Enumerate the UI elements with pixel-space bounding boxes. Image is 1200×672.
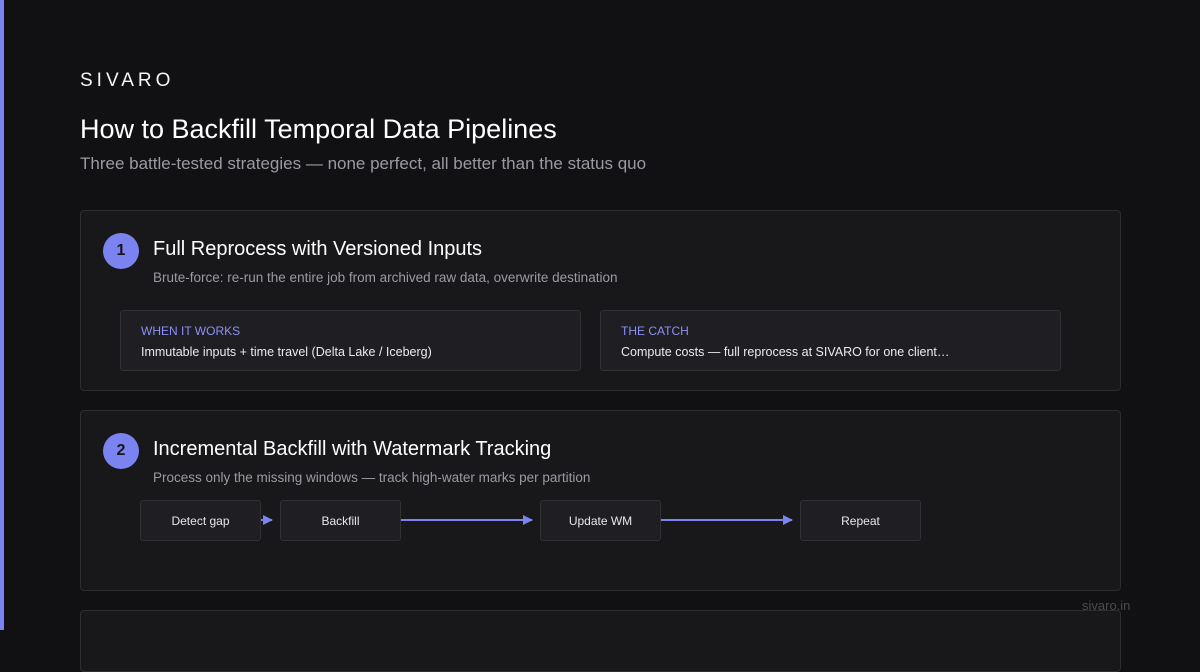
strategy-title: Full Reprocess with Versioned Inputs — [153, 238, 483, 260]
when-it-works-box: WHEN IT WORKS Immutable inputs + time tr… — [120, 310, 581, 371]
strategy-card-2: 2 Incremental Backfill with Watermark Tr… — [80, 410, 1121, 591]
step-number-badge: 1 — [103, 233, 139, 269]
when-it-works-text: Immutable inputs + time travel (Delta La… — [141, 345, 432, 359]
flow-step-repeat: Repeat — [800, 500, 921, 541]
flow-step-backfill: Backfill — [280, 500, 401, 541]
flow-step-update-wm: Update WM — [540, 500, 661, 541]
page-title: How to Backfill Temporal Data Pipelines — [80, 114, 557, 144]
accent-bar — [0, 0, 4, 630]
strategy-card-1: 1 Full Reprocess with Versioned Inputs B… — [80, 210, 1121, 391]
flow-step-detect-gap: Detect gap — [140, 500, 261, 541]
page-subtitle: Three battle-tested strategies — none pe… — [80, 154, 647, 173]
the-catch-text: Compute costs — full reprocess at SIVARO… — [621, 345, 950, 359]
the-catch-label: THE CATCH — [621, 324, 689, 338]
strategy-description: Brute-force: re-run the entire job from … — [153, 270, 618, 285]
when-it-works-label: WHEN IT WORKS — [141, 324, 241, 338]
footer-url: sivaro.in — [1082, 598, 1131, 613]
strategy-card-3 — [80, 610, 1121, 672]
brand-logo: SIVARO — [80, 70, 175, 91]
the-catch-box: THE CATCH Compute costs — full reprocess… — [600, 310, 1061, 371]
